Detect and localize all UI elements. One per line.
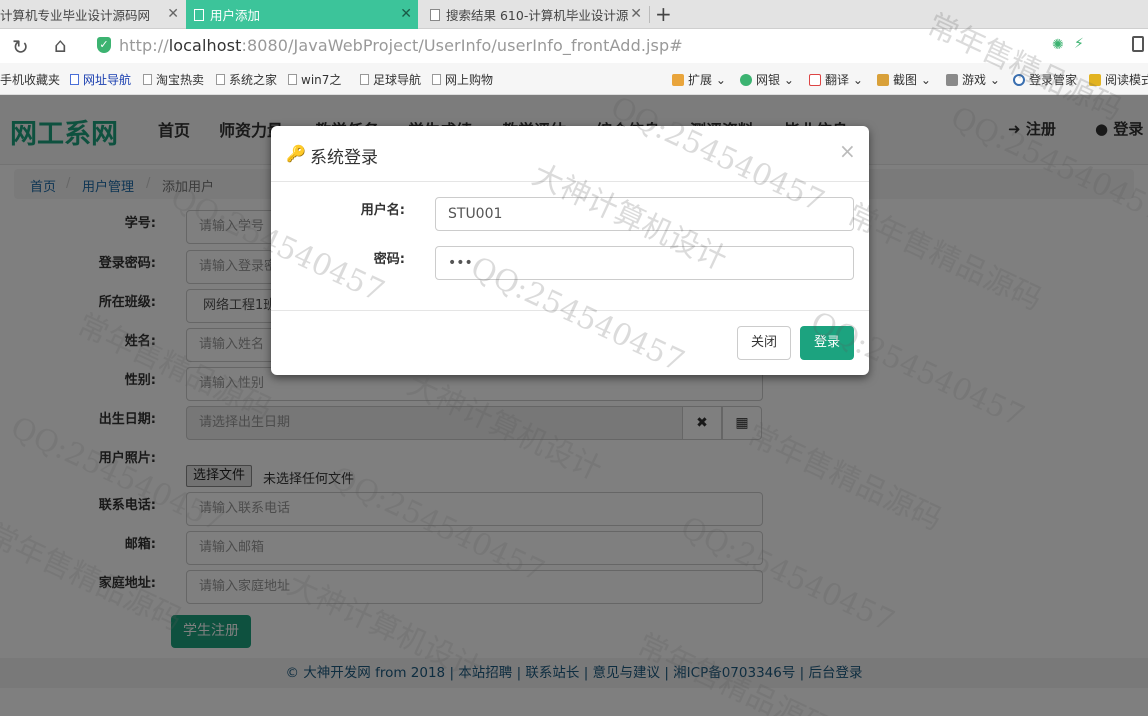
login-password-label: 密码:: [373, 252, 405, 267]
page-icon: [194, 8, 204, 21]
close-icon[interactable]: ✕: [167, 6, 179, 22]
new-tab-button[interactable]: +: [655, 2, 675, 26]
login-password-input[interactable]: •••: [435, 246, 854, 280]
username-input[interactable]: STU001: [435, 197, 854, 231]
modal-login-button[interactable]: 登录: [800, 326, 854, 360]
screenshot-menu[interactable]: 截图 ⌄: [877, 71, 931, 88]
reading-mode[interactable]: 阅读模式: [1089, 71, 1148, 88]
scissors-icon: [877, 74, 889, 86]
bookmark-label: 网上购物: [445, 73, 494, 87]
bookmark-label: win7之: [301, 73, 342, 87]
translate-menu[interactable]: 翻译 ⌄: [809, 71, 863, 88]
page-icon: [216, 74, 225, 85]
games-menu[interactable]: 游戏 ⌄: [946, 71, 1000, 88]
page-icon: [432, 74, 441, 85]
bookmark-label: 淘宝热卖: [156, 73, 205, 87]
bank-icon: [740, 74, 752, 86]
toolbar-label: 翻译: [825, 73, 850, 87]
modal-close-icon[interactable]: ×: [839, 139, 856, 163]
close-icon[interactable]: ✕: [630, 6, 642, 22]
loading-icon[interactable]: ✺: [1052, 37, 1064, 53]
bookmark-item[interactable]: 足球导航: [360, 71, 421, 88]
bookmark-item[interactable]: 系统之家: [216, 71, 277, 88]
shield-icon: ✓: [97, 37, 111, 53]
url-host: localhost: [168, 36, 242, 55]
username-label: 用户名:: [360, 203, 405, 218]
extensions-icon: [672, 74, 684, 86]
book-icon: [1089, 74, 1101, 86]
browser-tab-1[interactable]: 计算机专业毕业设计源码网 ✕: [0, 0, 185, 29]
toolbar-label: 扩展: [688, 73, 713, 87]
toolbar-label: 阅读模式: [1105, 73, 1148, 87]
magnifier-icon: [1013, 74, 1025, 86]
toolbar-label: 游戏: [962, 73, 987, 87]
bookmark-label: 足球导航: [373, 73, 422, 87]
bookmark-item[interactable]: 网上购物: [432, 71, 493, 88]
bolt-icon[interactable]: ⚡: [1074, 36, 1084, 52]
bookmark-icon: [70, 74, 79, 85]
page-icon: [288, 74, 297, 85]
tab-divider: [649, 6, 650, 23]
bookmark-label: 系统之家: [229, 73, 278, 87]
home-icon[interactable]: ⌂: [54, 33, 67, 57]
tab-label: 搜索结果 610-计算机毕业设计源: [446, 8, 629, 23]
bookmark-item[interactable]: 网址导航: [70, 71, 131, 88]
bookmark-item[interactable]: 手机收藏夹: [0, 71, 60, 88]
page-icon: [143, 74, 152, 85]
toolbar-label: 登录管家: [1029, 73, 1078, 87]
bookmark-item[interactable]: win7之: [288, 71, 341, 88]
bookmark-item[interactable]: 淘宝热卖: [143, 71, 204, 88]
toolbar-label: 网银: [756, 73, 781, 87]
tab-label: 用户添加: [210, 8, 261, 23]
browser-tab-2[interactable]: 用户添加 ✕: [186, 0, 418, 29]
login-modal: 🔑 系统登录 × 用户名: STU001 密码: ••• 关闭 登录: [271, 126, 869, 375]
gamepad-icon: [946, 74, 958, 86]
page-icon: [430, 8, 440, 21]
modal-header: 🔑 系统登录 ×: [271, 126, 869, 182]
bookmark-label: 网址导航: [83, 73, 132, 87]
toolbar-label: 截图: [893, 73, 918, 87]
page-icon: [360, 74, 369, 85]
url-field[interactable]: http://localhost:8080/JavaWebProject/Use…: [119, 36, 683, 55]
close-icon[interactable]: ✕: [400, 6, 412, 22]
bank-menu[interactable]: 网银 ⌄: [740, 71, 794, 88]
reload-icon[interactable]: ↻: [12, 35, 29, 59]
modal-title: 系统登录: [310, 148, 378, 168]
tab-label: 计算机专业毕业设计源码网: [0, 8, 151, 23]
url-scheme: http://: [119, 36, 169, 55]
key-icon: 🔑: [286, 144, 306, 163]
extensions-menu[interactable]: 扩展 ⌄: [672, 71, 726, 88]
url-path: :8080/JavaWebProject/UserInfo/userInfo_f…: [241, 36, 683, 55]
modal-close-button[interactable]: 关闭: [737, 326, 791, 360]
login-manager[interactable]: 登录管家: [1013, 71, 1077, 88]
phone-icon[interactable]: [1132, 36, 1144, 52]
browser-tab-bar: 计算机专业毕业设计源码网 ✕ 用户添加 ✕ 搜索结果 610-计算机毕业设计源 …: [0, 0, 1148, 29]
translate-icon: [809, 74, 821, 86]
browser-tab-3[interactable]: 搜索结果 610-计算机毕业设计源 ✕: [422, 0, 648, 29]
